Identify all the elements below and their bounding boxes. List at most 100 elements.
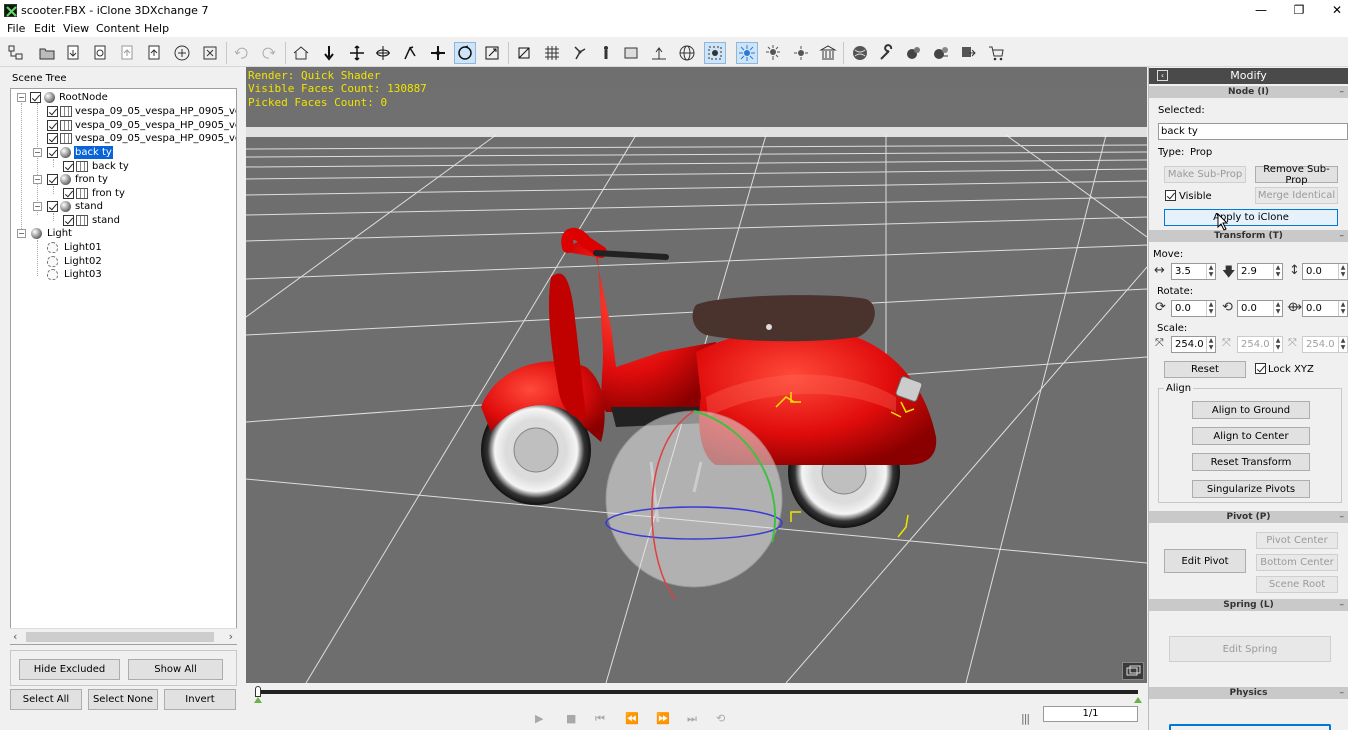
invert-button[interactable]: Invert: [164, 689, 236, 710]
edit-pivot-button[interactable]: Edit Pivot: [1164, 549, 1246, 573]
globe-icon[interactable]: [849, 42, 871, 64]
spinner-arrows-icon[interactable]: ▲ ▼: [1206, 264, 1215, 279]
scale-y-field[interactable]: 254.0 ▲ ▼: [1237, 336, 1283, 353]
horizontal-scrollbar[interactable]: ‹ ›: [10, 628, 237, 644]
move-icon[interactable]: [346, 42, 368, 64]
sphere-icon[interactable]: [676, 42, 698, 64]
visibility-checkbox[interactable]: [63, 215, 74, 226]
light-icon[interactable]: [736, 42, 758, 64]
open-folder-icon[interactable]: [36, 42, 58, 64]
dummy-icon[interactable]: [595, 42, 617, 64]
tree-item-light01[interactable]: Light01: [15, 241, 215, 254]
tree-item-mesh-1[interactable]: vespa_09_05_vespa_HP_0905_vespa_: [15, 105, 236, 118]
rotate-view-icon[interactable]: [372, 42, 394, 64]
tree-item-mesh-2[interactable]: vespa_09_05_vespa_HP_0905_vespa_: [15, 119, 236, 132]
timeline-track[interactable]: [256, 690, 1138, 694]
visibility-checkbox[interactable]: [47, 106, 58, 117]
selected-name-field[interactable]: back ty: [1158, 123, 1348, 140]
visible-checkbox[interactable]: [1165, 190, 1176, 201]
select-none-button[interactable]: Select None: [88, 689, 158, 710]
menu-edit[interactable]: Edit: [34, 22, 55, 35]
tree-item-light[interactable]: − Light: [15, 227, 215, 240]
section-spring[interactable]: Spring (L) –: [1149, 599, 1348, 611]
select-all-button[interactable]: Select All: [10, 689, 82, 710]
spinner-arrows-icon[interactable]: ▲ ▼: [1338, 301, 1347, 316]
import-motion-icon[interactable]: [90, 42, 112, 64]
visibility-checkbox[interactable]: [47, 120, 58, 131]
tree-item-stand-child[interactable]: stand: [15, 214, 215, 227]
scroll-left-icon[interactable]: ‹: [13, 630, 17, 643]
scrollbar-thumb[interactable]: [26, 632, 214, 642]
end-marker-icon[interactable]: [1134, 697, 1142, 703]
home-icon[interactable]: [290, 42, 312, 64]
collapse-icon[interactable]: –: [1340, 687, 1345, 699]
tree-item-fron-ty-child[interactable]: fron ty: [15, 187, 215, 200]
menu-view[interactable]: View: [63, 22, 89, 35]
align-to-center-button[interactable]: Align to Center: [1192, 427, 1310, 445]
tree-item-light03[interactable]: Light03: [15, 268, 215, 281]
section-transform[interactable]: Transform (T) –: [1149, 230, 1348, 242]
tree-item-back-ty[interactable]: − back ty: [15, 146, 215, 159]
scale-object-icon[interactable]: [481, 42, 503, 64]
tree-item-mesh-3[interactable]: vespa_09_05_vespa_HP_0905_vespa_: [15, 132, 236, 145]
tree-item-fron-ty[interactable]: − fron ty: [15, 173, 215, 186]
visibility-checkbox[interactable]: [47, 133, 58, 144]
export-fbx-icon[interactable]: [957, 42, 979, 64]
move-x-field[interactable]: 3.5 ▲ ▼: [1171, 263, 1216, 280]
export-icon[interactable]: [117, 42, 139, 64]
edit-spring-button[interactable]: Edit Spring: [1169, 636, 1331, 662]
reset-transform-align-button[interactable]: Reset Transform: [1192, 453, 1310, 471]
section-physics[interactable]: Physics –: [1149, 687, 1348, 699]
timeline-playhead[interactable]: [255, 686, 261, 697]
redo-icon[interactable]: [258, 42, 280, 64]
ground-icon[interactable]: [648, 42, 670, 64]
collapse-panel-icon[interactable]: ‹: [1157, 70, 1168, 81]
rotate-object-icon[interactable]: [454, 42, 476, 64]
collapse-icon[interactable]: –: [1340, 511, 1345, 523]
focus-icon[interactable]: [704, 42, 726, 64]
menu-help[interactable]: Help: [144, 22, 169, 35]
scene-tree[interactable]: − RootNode vespa_09_05_vespa_HP_0905_ves…: [10, 88, 237, 645]
collapse-icon[interactable]: –: [1340, 230, 1345, 242]
3d-viewport[interactable]: Render: Quick Shader Visible Faces Count…: [246, 67, 1147, 683]
spinner-arrows-icon[interactable]: ▲ ▼: [1338, 337, 1347, 352]
import-icon[interactable]: [63, 42, 85, 64]
spinner-arrows-icon[interactable]: ▲ ▼: [1206, 301, 1215, 316]
rootnode-checkbox[interactable]: [30, 92, 41, 103]
frame-ruler-icon[interactable]: |||: [1021, 712, 1030, 725]
start-marker-icon[interactable]: [254, 697, 262, 703]
maximize-button[interactable]: ❐: [1284, 2, 1314, 19]
rotate-z-field[interactable]: 0.0 ▲ ▼: [1302, 300, 1348, 317]
sun-icon[interactable]: [790, 42, 812, 64]
spinner-arrows-icon[interactable]: ▲ ▼: [1338, 264, 1347, 279]
menu-file[interactable]: File: [7, 22, 25, 35]
scale-x-field[interactable]: 254.0 ▲ ▼: [1171, 336, 1216, 353]
spot-light-icon[interactable]: [762, 42, 784, 64]
make-sub-prop-button[interactable]: Make Sub-Prop: [1164, 166, 1246, 183]
visibility-checkbox[interactable]: [63, 188, 74, 199]
hide-excluded-button[interactable]: Hide Excluded: [19, 659, 120, 680]
collapse-icon[interactable]: –: [1340, 599, 1345, 611]
spinner-arrows-icon[interactable]: ▲ ▼: [1273, 337, 1282, 352]
loop-icon[interactable]: ⟲: [716, 712, 725, 725]
next-frame-icon[interactable]: ⏩: [656, 712, 670, 725]
show-all-button[interactable]: Show All: [128, 659, 223, 680]
tree-item-back-ty-child[interactable]: back ty: [15, 160, 215, 173]
rotate-y-field[interactable]: 0.0 ▲ ▼: [1237, 300, 1283, 317]
viewport-layout-icon[interactable]: [1122, 662, 1144, 680]
frame-counter[interactable]: 1/1: [1043, 706, 1138, 722]
spinner-arrows-icon[interactable]: ▲ ▼: [1273, 301, 1282, 316]
remove-sub-prop-button[interactable]: Remove Sub-Prop: [1255, 164, 1338, 186]
previous-frame-icon[interactable]: ⏪: [625, 712, 639, 725]
go-to-end-icon[interactable]: ⏭: [687, 712, 697, 726]
scene-tree-icon[interactable]: [5, 42, 27, 64]
tree-item-rootnode[interactable]: − RootNode: [15, 91, 235, 104]
pipeline-icon[interactable]: [930, 42, 952, 64]
box-icon[interactable]: [620, 42, 642, 64]
save-icon[interactable]: [171, 42, 193, 64]
drop-to-ground-icon[interactable]: [318, 42, 340, 64]
bone-icon[interactable]: [569, 42, 591, 64]
scene-root-button[interactable]: Scene Root: [1256, 576, 1338, 593]
apply-to-iclone-button[interactable]: Apply to iClone: [1164, 209, 1338, 226]
merge-identical-button[interactable]: Merge Identical: [1255, 187, 1338, 204]
